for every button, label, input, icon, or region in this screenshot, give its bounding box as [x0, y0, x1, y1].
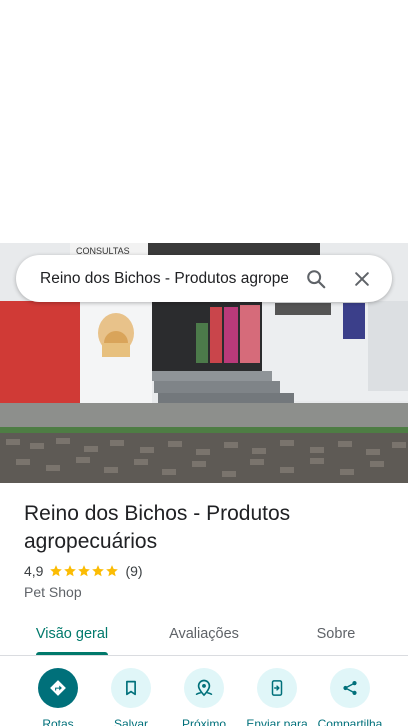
share-button[interactable]: Compartilha	[310, 668, 390, 726]
nearby-button[interactable]: Próximo	[164, 668, 244, 726]
rating-stars	[49, 564, 119, 578]
save-label: Salvar	[113, 717, 148, 726]
search-button[interactable]	[296, 259, 336, 299]
send-to-phone-button[interactable]: Enviar para	[237, 668, 317, 726]
nearby-label: Próximo	[181, 717, 226, 726]
place-name: Reino dos Bichos - Produtos agropecuário…	[24, 502, 291, 553]
tab-overview[interactable]: Visão geral	[24, 612, 120, 655]
nearby-icon	[195, 679, 213, 697]
save-button-circle[interactable]	[111, 668, 151, 708]
place-tabs: Visão geral Avaliações Sobre	[0, 612, 408, 656]
star-icon	[78, 565, 91, 577]
bookmark-icon	[126, 680, 136, 696]
map-blank-area	[0, 0, 408, 243]
search-bar[interactable]: Reino dos Bichos - Produtos agropecuário…	[16, 255, 392, 302]
nearby-button-circle[interactable]	[184, 668, 224, 708]
directions-button[interactable]: Rotas	[18, 668, 98, 726]
rating-row[interactable]: 4,9 (9)	[24, 563, 143, 579]
share-icon	[343, 681, 357, 695]
share-label: Compartilha	[317, 717, 383, 726]
star-icon	[106, 565, 119, 577]
send-to-phone-button-circle[interactable]	[257, 668, 297, 708]
directions-icon	[50, 680, 66, 696]
search-query-text[interactable]: Reino dos Bichos - Produtos agropecuário…	[40, 270, 288, 288]
place-category[interactable]: Pet Shop	[24, 584, 82, 600]
send-to-phone-label: Enviar para	[246, 717, 308, 726]
active-tab-indicator	[36, 652, 108, 655]
close-button[interactable]	[342, 259, 382, 299]
star-icon	[50, 565, 63, 577]
search-icon	[307, 269, 326, 288]
share-button-circle[interactable]	[330, 668, 370, 708]
star-icon	[64, 565, 77, 577]
directions-button-circle[interactable]	[38, 668, 78, 708]
review-count: (9)	[125, 563, 143, 579]
star-icon	[92, 565, 105, 577]
rating-value: 4,9	[24, 563, 44, 579]
send-to-phone-icon	[271, 680, 283, 696]
tab-about[interactable]: Sobre	[288, 612, 384, 655]
close-icon	[355, 271, 369, 286]
tab-reviews[interactable]: Avaliações	[156, 612, 252, 655]
save-button[interactable]: Salvar	[91, 668, 171, 726]
action-buttons: Rotas Salvar Próximo Enviar para Compart…	[0, 668, 408, 726]
directions-label: Rotas	[42, 717, 74, 726]
